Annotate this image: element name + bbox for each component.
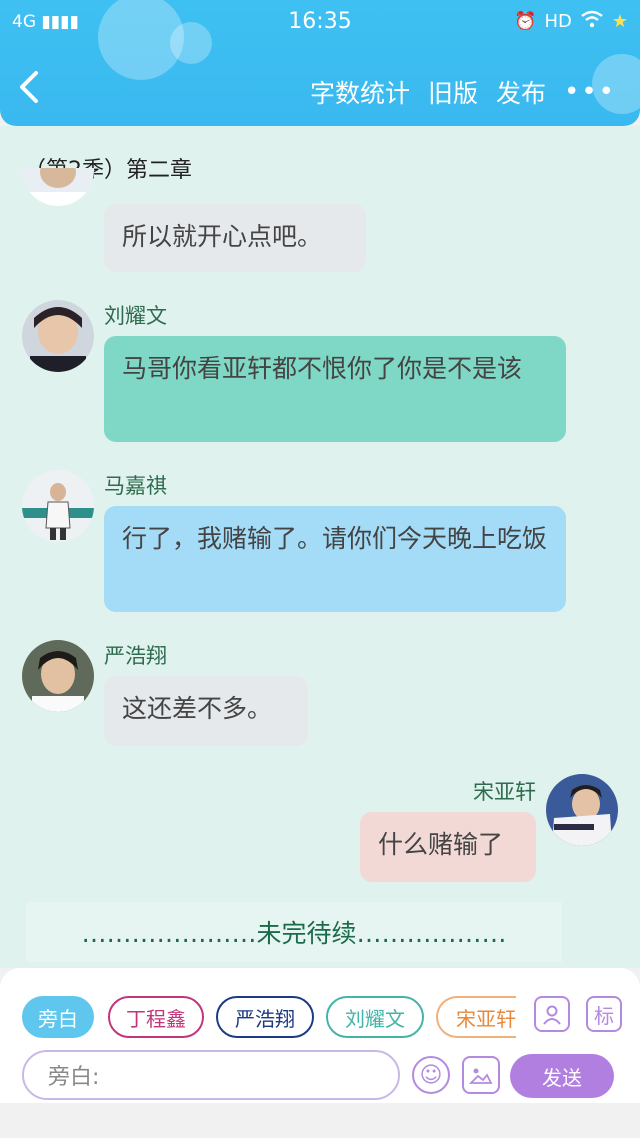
star-icon: ★ xyxy=(611,11,628,32)
avatar[interactable] xyxy=(22,640,94,712)
sender-name: 马嘉祺 xyxy=(104,474,167,498)
message-bubble: 行了，我赌输了。请你们今天晚上吃饭 xyxy=(104,506,566,612)
image-icon xyxy=(469,1068,493,1084)
role-chip-label: 刘耀文 xyxy=(345,1006,405,1031)
role-chip-liu[interactable]: 刘耀文 xyxy=(326,996,424,1038)
role-chip-label: 旁白 xyxy=(38,1006,78,1031)
role-chip-label: 严浩翔 xyxy=(235,1006,295,1031)
old-version-button[interactable]: 旧版 xyxy=(428,74,478,110)
narration-text: …………………未完待续……………… xyxy=(81,919,507,948)
back-button[interactable] xyxy=(18,70,40,111)
status-bar: 4G ▮▮▮▮ 16:35 ⏰ HD ★ xyxy=(0,0,640,44)
avatar[interactable] xyxy=(546,774,618,846)
role-chip-yan[interactable]: 严浩翔 xyxy=(216,996,314,1038)
publish-button[interactable]: 发布 xyxy=(496,74,546,110)
more-icon[interactable]: ••• xyxy=(564,77,616,107)
message-bubble: 马哥你看亚轩都不恨你了你是不是该 xyxy=(104,336,566,442)
chat-area: （第2季）第二章 所以就开心点吧。 刘耀文 马哥你看亚轩都不恨你了你是不是该 马… xyxy=(0,126,640,968)
bottom-bar xyxy=(0,1103,640,1138)
narration-block: …………………未完待续……………… xyxy=(26,902,562,962)
message-bubble: 所以就开心点吧。 xyxy=(104,204,366,272)
role-chip-song[interactable]: 宋亚轩 xyxy=(436,996,516,1038)
image-button[interactable] xyxy=(462,1056,500,1094)
header-actions: 字数统计 旧版 发布 ••• xyxy=(310,74,616,110)
sender-name: 宋亚轩 xyxy=(473,780,536,804)
avatar[interactable] xyxy=(22,168,94,206)
role-chip-label: 丁程鑫 xyxy=(126,1006,186,1031)
status-icons: ⏰ HD ★ xyxy=(514,10,628,33)
sender-name: 严浩翔 xyxy=(104,644,167,668)
avatar[interactable] xyxy=(22,470,94,542)
message-bubble: 什么赌输了 xyxy=(360,812,536,882)
sender-name: 刘耀文 xyxy=(104,304,167,328)
avatar[interactable] xyxy=(22,300,94,372)
role-chip-ding[interactable]: 丁程鑫 xyxy=(108,996,204,1038)
tag-button[interactable]: 标 xyxy=(586,996,622,1032)
role-chip-label: 宋亚轩 xyxy=(456,1006,516,1031)
smile-icon: ☺ xyxy=(419,1062,443,1088)
hd-label: HD xyxy=(544,11,572,32)
chevron-left-icon xyxy=(20,71,38,103)
person-icon xyxy=(543,1005,561,1025)
word-count-button[interactable]: 字数统计 xyxy=(310,74,410,110)
tag-icon: 标 xyxy=(594,1003,614,1028)
send-button[interactable]: 发送 xyxy=(510,1054,614,1098)
app-header: 4G ▮▮▮▮ 16:35 ⏰ HD ★ 字数统计 旧版 发布 ••• xyxy=(0,0,640,126)
message-bubble: 这还差不多。 xyxy=(104,676,308,746)
message-input[interactable]: 旁白: xyxy=(22,1050,400,1100)
alarm-icon: ⏰ xyxy=(514,11,537,32)
input-placeholder: 旁白: xyxy=(48,1065,100,1090)
input-panel: 旁白 丁程鑫 严浩翔 刘耀文 宋亚轩 标 旁白: ☺ 发送 xyxy=(0,968,640,1103)
wifi-icon xyxy=(580,10,604,33)
role-chip-narrator[interactable]: 旁白 xyxy=(22,996,94,1038)
emoji-button[interactable]: ☺ xyxy=(412,1056,450,1094)
add-role-button[interactable] xyxy=(534,996,570,1032)
